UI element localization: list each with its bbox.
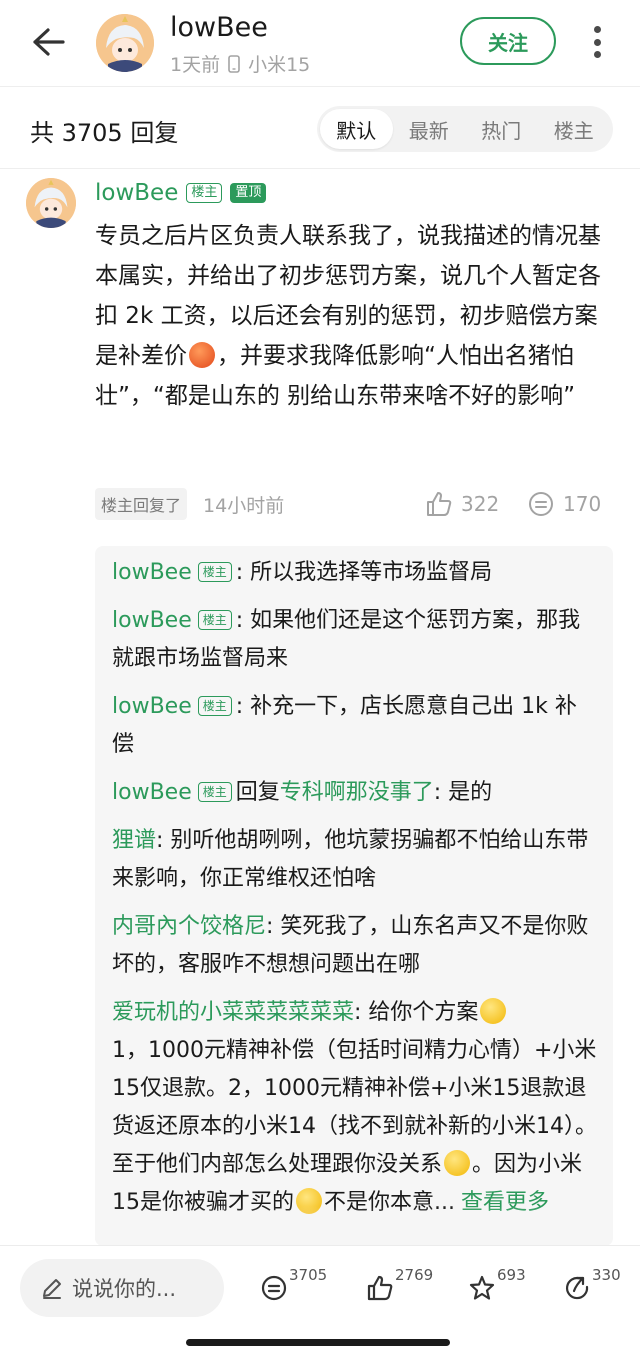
comment-bubble-icon	[260, 1264, 288, 1306]
comment-author[interactable]: lowBee	[95, 180, 178, 206]
list-item[interactable]: 内哥內个饺格尼: 笑死我了，山东名声又不是你败坏的，客服咋不想想问题出在哪	[112, 908, 597, 984]
list-item[interactable]: lowBee 楼主 回复专科啊那没事了: 是的	[112, 774, 597, 812]
list-item[interactable]: 爱玩机的小菜菜菜菜菜菜: 给你个方案 1，1000元精神补偿（包括时间精力心情）+…	[112, 994, 597, 1222]
reply-word: 回复	[235, 780, 280, 805]
reply-text: : 别听他胡咧咧，他坑蒙拐骗都不怕给山东带来影响，你正常维权还怕啥	[112, 828, 589, 891]
favorite-button[interactable]: 693	[468, 1264, 526, 1310]
tab-hot[interactable]: 热门	[465, 109, 538, 149]
reply-count: 共 3705 回复	[30, 119, 179, 147]
comment-body: 专员之后片区负责人联系我了，说我描述的情况基本属实，并给出了初步惩罚方案，说几个…	[95, 216, 615, 416]
fade-overlay	[95, 1206, 613, 1246]
sub-replies: lowBee 楼主: 所以我选择等市场监督局 lowBee 楼主: 如果他们还是这个…	[95, 546, 613, 1246]
comment-avatar[interactable]	[26, 178, 76, 228]
follow-button[interactable]: 关注	[460, 17, 556, 65]
pinned-badge: 置顶	[230, 183, 267, 203]
like-button[interactable]: 322	[425, 488, 499, 520]
op-badge: 楼主	[186, 183, 223, 203]
home-indicator[interactable]	[186, 1339, 450, 1346]
reply-author[interactable]: lowBee	[112, 608, 192, 633]
reply-author[interactable]: lowBee	[112, 694, 192, 719]
reply-button[interactable]: 170	[527, 488, 601, 520]
shares-count: 330	[592, 1266, 621, 1284]
emoji-icon	[444, 1150, 471, 1176]
back-arrow-icon[interactable]	[30, 26, 66, 58]
like-count: 322	[461, 492, 500, 516]
comment-header: lowBee 楼主 置顶	[95, 180, 267, 206]
reply-author[interactable]: 爱玩机的小菜菜菜菜菜菜	[112, 1000, 354, 1025]
comment-input[interactable]: 说说你的...	[20, 1259, 224, 1317]
list-item[interactable]: lowBee 楼主: 如果他们还是这个惩罚方案，那我就跟市场监督局来	[112, 602, 597, 678]
likes-count: 2769	[395, 1266, 434, 1284]
tab-default[interactable]: 默认	[320, 109, 393, 149]
op-badge: 楼主	[197, 696, 232, 716]
reply-author[interactable]: 狸谱	[112, 828, 156, 853]
reply-text: : 是的	[433, 780, 493, 805]
list-item[interactable]: lowBee 楼主: 补充一下，店长愿意自己出 1k 补偿	[112, 688, 597, 764]
star-icon	[468, 1264, 496, 1306]
op-badge: 楼主	[197, 562, 232, 582]
comment-time: 14小时前	[203, 494, 285, 517]
divider	[0, 168, 640, 169]
share-button[interactable]: 330	[563, 1264, 621, 1310]
post-age: 1天前	[170, 54, 221, 76]
sort-tabs: 默认 最新 热门 楼主	[317, 106, 613, 152]
pencil-icon	[40, 1276, 64, 1300]
comment-placeholder: 说说你的...	[72, 1277, 177, 1301]
reply-author[interactable]: 内哥內个饺格尼	[112, 914, 266, 939]
comment-footer: 楼主回复了 14小时前 322 170	[95, 488, 615, 520]
thumbs-up-icon	[366, 1264, 394, 1306]
op-replied-badge: 楼主回复了	[95, 488, 188, 520]
tab-latest[interactable]: 最新	[393, 109, 466, 149]
comments-button[interactable]: 3705	[260, 1264, 327, 1310]
divider	[0, 86, 640, 87]
emoji-icon	[189, 342, 215, 368]
author-name[interactable]: lowBee	[170, 12, 268, 43]
like-button[interactable]: 2769	[366, 1264, 433, 1310]
favorites-count: 693	[497, 1266, 526, 1284]
top-nav-bar: lowBee 1天前 小米15 关注	[0, 0, 640, 86]
reply-target[interactable]: 专科啊那没事了	[280, 780, 434, 805]
op-badge: 楼主	[197, 610, 232, 630]
op-badge: 楼主	[197, 782, 232, 802]
reply-text: : 所以我选择等市场监督局	[235, 560, 493, 585]
reply-author[interactable]: lowBee	[112, 780, 192, 805]
bottom-action-bar: 说说你的... 3705 2769 693 330	[0, 1245, 640, 1356]
list-item[interactable]: lowBee 楼主: 所以我选择等市场监督局	[112, 554, 597, 592]
reply-author[interactable]: lowBee	[112, 560, 192, 585]
thumbs-up-icon	[425, 490, 453, 518]
author-avatar[interactable]	[96, 14, 154, 72]
comment-bubble-icon	[527, 490, 555, 518]
comments-count: 3705	[289, 1266, 328, 1284]
tab-op-only[interactable]: 楼主	[538, 109, 611, 149]
list-item[interactable]: 狸谱: 别听他胡咧咧，他坑蒙拐骗都不怕给山东带来影响，你正常维权还怕啥	[112, 822, 597, 898]
more-menu-icon[interactable]	[590, 26, 604, 58]
post-meta: 1天前 小米15	[170, 50, 310, 77]
reply-count: 170	[563, 492, 602, 516]
device-label: 小米15	[248, 54, 311, 76]
reply-text: : 给你个方案	[354, 1000, 479, 1025]
share-icon	[563, 1264, 591, 1306]
emoji-icon	[480, 998, 507, 1024]
phone-icon	[228, 54, 240, 73]
